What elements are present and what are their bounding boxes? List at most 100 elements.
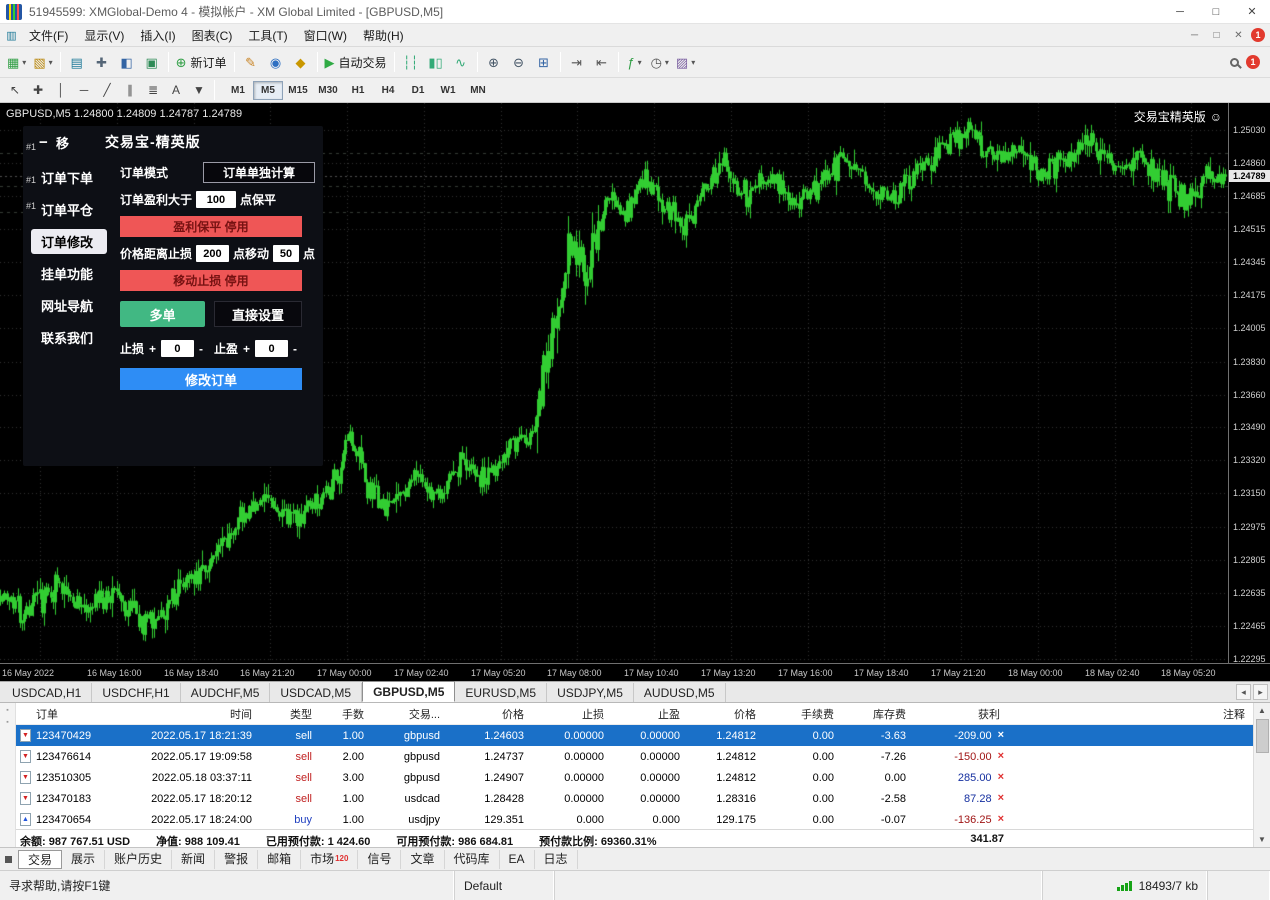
close-order-button[interactable]: × (998, 751, 1004, 762)
new-chart-dropdown-arrow[interactable]: ▾ (22, 58, 26, 67)
market-watch-button[interactable]: ▤ (65, 50, 89, 74)
panel-menu-web-links[interactable]: 网址导航 (31, 293, 107, 318)
terminal-tab-news[interactable]: 新闻 (172, 849, 216, 869)
terminal-tab-journal[interactable]: 日志 (535, 849, 578, 869)
terminal-tab-code-base[interactable]: 代码库 (445, 849, 500, 869)
menu-charts[interactable]: 图表(C) (184, 24, 241, 47)
tp-minus-button[interactable]: - (293, 342, 297, 356)
terminal-tab-market[interactable]: 市场 120 (301, 849, 359, 869)
tp-plus-button[interactable]: + (243, 342, 250, 356)
order-row[interactable]: ▼ 123470429 2022.05.17 18:21:39 sell 1.00 gbp… (16, 725, 1253, 746)
child-close-button[interactable]: ✕ (1229, 30, 1248, 41)
panel-move-handle[interactable]: 移 (56, 133, 69, 152)
timeframe-d1[interactable]: D1 (403, 81, 433, 100)
templates-button[interactable]: ▨ ▾ (673, 50, 698, 74)
arrow-objects-tool[interactable]: ▼ (188, 80, 210, 100)
metaeditor-button[interactable]: ✎ (239, 50, 263, 74)
col-symbol[interactable]: 交易... (372, 706, 448, 722)
price-axis[interactable]: 1.25030 1.24860 1.24685 1.24515 1.24345 1.241… (1228, 103, 1270, 664)
chart-shift-button[interactable]: ⇤ (590, 50, 614, 74)
direct-set-button[interactable]: 直接设置 (213, 301, 302, 327)
timeframe-h4[interactable]: H4 (373, 81, 403, 100)
cursor-tool[interactable]: ↖ (4, 80, 26, 100)
order-row[interactable]: ▼ 123476614 2022.05.17 19:09:58 sell 2.00 gbp… (16, 746, 1253, 767)
timeframe-m15[interactable]: M15 (283, 81, 313, 100)
breakeven-points-input[interactable] (195, 191, 236, 208)
scroll-down-button[interactable]: ▼ (1255, 832, 1270, 847)
breakeven-toggle-button[interactable]: 盈利保平 停用 (119, 216, 302, 237)
chart-tab-usdcad-h1[interactable]: USDCAD,H1 (2, 683, 93, 702)
trailing-toggle-button[interactable]: 移动止损 停用 (119, 270, 302, 291)
terminal-tab-alerts[interactable]: 警报 (215, 849, 259, 869)
order-row[interactable]: ▲ 123470654 2022.05.17 18:24:00 buy 1.00 usdj… (16, 809, 1253, 830)
chart-tab-usdchf-h1[interactable]: USDCHF,H1 (92, 683, 181, 702)
indicators-button[interactable]: ƒ ▾ (623, 50, 647, 74)
notification-badge[interactable]: 1 (1251, 28, 1265, 42)
crosshair-tool[interactable]: ✚ (27, 80, 49, 100)
timeframe-m1[interactable]: M1 (223, 81, 253, 100)
close-order-button[interactable]: × (998, 814, 1004, 825)
chart-tab-usdjpy-m5[interactable]: USDJPY,M5 (547, 683, 634, 702)
trendline-tool[interactable]: ╱ (96, 80, 118, 100)
periods-button[interactable]: ◷ ▾ (648, 50, 672, 74)
menu-view[interactable]: 显示(V) (76, 24, 132, 47)
timeframe-h1[interactable]: H1 (343, 81, 373, 100)
timeframe-m30[interactable]: M30 (313, 81, 343, 100)
terminal-tab-articles[interactable]: 文章 (401, 849, 445, 869)
new-chart-button[interactable]: ▦ ▾ (4, 50, 29, 74)
chart-tab-eurusd-m5[interactable]: EURUSD,M5 (455, 683, 548, 702)
panel-menu-place-order[interactable]: 订单下单 (31, 165, 107, 190)
terminal-tab-account-history[interactable]: 账户历史 (105, 849, 173, 869)
direction-button[interactable]: 多单 (119, 301, 205, 327)
terminal-tab-experts[interactable]: EA (500, 849, 535, 869)
navigator-button[interactable]: ◧ (115, 50, 139, 74)
menu-file[interactable]: 文件(F) (21, 24, 76, 47)
timeframe-w1[interactable]: W1 (433, 81, 463, 100)
fibonacci-retracement-tool[interactable]: ≣ (142, 80, 164, 100)
periods-dropdown-arrow[interactable]: ▾ (665, 58, 669, 67)
child-minimize-button[interactable]: ─ (1185, 30, 1204, 41)
order-mode-button[interactable]: 订单单独计算 (203, 162, 315, 183)
horizontal-line-tool[interactable]: ─ (73, 80, 95, 100)
autotrading-button[interactable]: ▶ 自动交易 (322, 50, 390, 74)
time-axis[interactable]: 16 May 2022 16 May 16:00 16 May 18:40 16 Ma… (0, 663, 1270, 681)
text-tool[interactable]: A (165, 80, 187, 100)
zoom-in-button[interactable]: ⊕ (482, 50, 506, 74)
menu-insert[interactable]: 插入(I) (132, 24, 183, 47)
tabs-scroll-left-button[interactable]: ◂ (1236, 684, 1251, 700)
chart-tab-usdcad-m5[interactable]: USDCAD,M5 (270, 683, 363, 702)
child-restore-button[interactable]: □ (1207, 30, 1226, 41)
new-order-button[interactable]: ⊕ 新订单 (173, 50, 230, 74)
toolbar-notification-badge[interactable]: 1 (1246, 55, 1260, 69)
vertical-line-tool[interactable]: │ (50, 80, 72, 100)
maximize-button[interactable]: □ (1198, 0, 1234, 23)
panel-menu-pending-order[interactable]: 挂单功能 (31, 261, 107, 286)
zoom-out-button[interactable]: ⊖ (507, 50, 531, 74)
terminal-tab-mailbox[interactable]: 邮箱 (258, 849, 302, 869)
chart-tab-audusd-m5[interactable]: AUDUSD,M5 (634, 683, 726, 702)
close-order-button[interactable]: × (998, 730, 1004, 741)
col-tp[interactable]: 止盈 (612, 706, 688, 722)
profiles-dropdown-arrow[interactable]: ▾ (49, 58, 53, 67)
auto-scroll-button[interactable]: ⇥ (565, 50, 589, 74)
sl-minus-button[interactable]: - (199, 342, 203, 356)
market-button[interactable]: ◆ (289, 50, 313, 74)
modify-order-button[interactable]: 修改订单 (119, 368, 302, 390)
col-time[interactable]: 时间 (110, 706, 260, 722)
menu-window[interactable]: 窗口(W) (296, 24, 355, 47)
status-profile[interactable]: Default (455, 871, 555, 900)
col-current-price[interactable]: 价格 (688, 706, 764, 722)
col-comment[interactable]: 注释 (1008, 706, 1253, 722)
col-profit[interactable]: 获利 (914, 706, 1008, 722)
panel-menu-modify-order[interactable]: 订单修改 (31, 229, 107, 254)
data-window-button[interactable]: ✚ (90, 50, 114, 74)
timeframe-m5[interactable]: M5 (253, 80, 283, 100)
indicators-dropdown-arrow[interactable]: ▾ (638, 58, 642, 67)
terminal-button[interactable]: ▣ (140, 50, 164, 74)
tabs-scroll-right-button[interactable]: ▸ (1253, 684, 1268, 700)
terminal-tab-signals[interactable]: 信号 (358, 849, 402, 869)
templates-dropdown-arrow[interactable]: ▾ (691, 58, 695, 67)
sl-input[interactable] (160, 340, 194, 357)
panel-menu-close-order[interactable]: 订单平仓 (31, 197, 107, 222)
order-row[interactable]: ▼ 123510305 2022.05.18 03:37:11 sell 3.00 gbp… (16, 767, 1253, 788)
